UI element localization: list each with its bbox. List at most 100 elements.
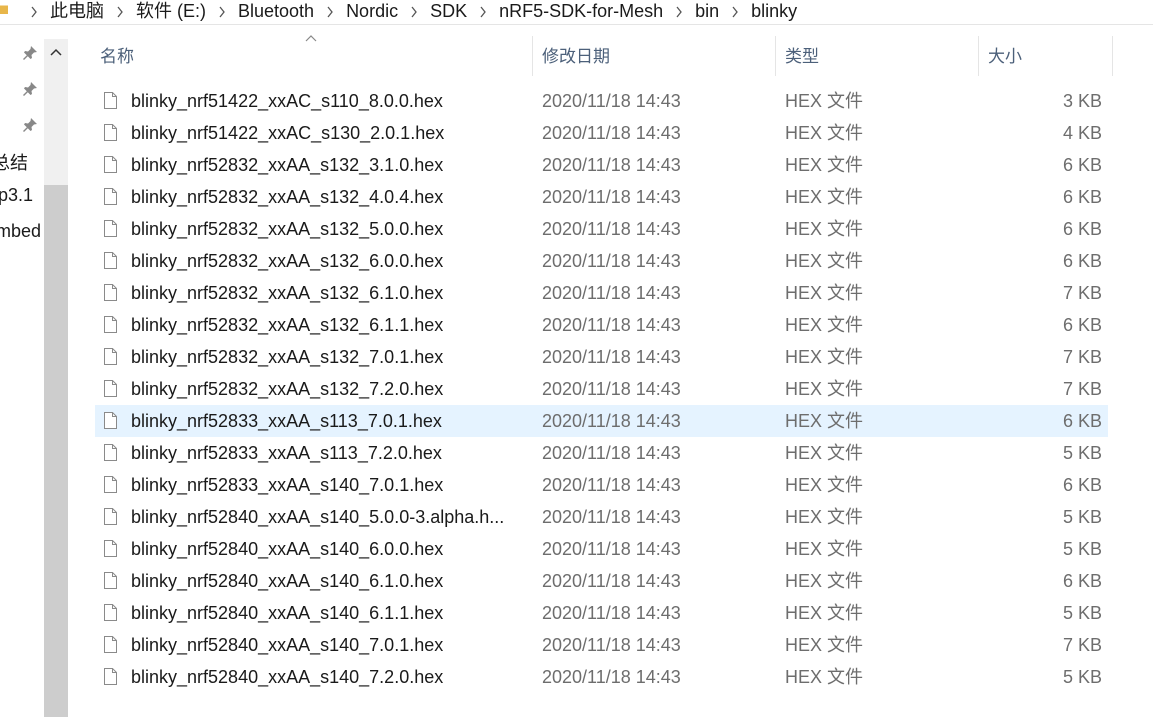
file-date: 2020/11/18 14:43 [542,155,681,175]
file-date: 2020/11/18 14:43 [542,251,681,271]
file-row[interactable]: blinky_nrf52833_xxAA_s113_7.2.0.hex 2020/… [95,437,1108,469]
chevron-right-icon[interactable] [20,3,48,19]
address-bar[interactable]: 此电脑 软件 (E:) Bluetooth Nordic SDK nRF5-SD… [0,0,1153,25]
file-row[interactable]: blinky_nrf52832_xxAA_s132_6.0.0.hex 2020/… [95,245,1108,277]
file-icon [104,92,117,109]
file-icon [104,124,117,141]
file-type: HEX 文件 [785,635,864,655]
file-name: blinky_nrf51422_xxAC_s110_8.0.0.hex [131,91,443,111]
file-name: blinky_nrf52833_xxAA_s113_7.2.0.hex [131,443,442,463]
file-name: blinky_nrf52840_xxAA_s140_7.0.1.hex [131,635,444,655]
file-name: blinky_nrf52833_xxAA_s113_7.0.1.hex [131,411,442,431]
file-name: blinky_nrf52832_xxAA_s132_7.0.1.hex [131,347,444,367]
column-divider[interactable] [978,36,979,76]
breadcrumb-item[interactable]: blinky [749,0,799,22]
chevron-right-icon[interactable] [106,3,134,19]
breadcrumb-item[interactable]: nRF5-SDK-for-Mesh [497,0,665,22]
nav-scrollbar-thumb[interactable] [44,185,68,717]
column-header-size[interactable]: 大小 [988,44,1108,70]
file-name: blinky_nrf52832_xxAA_s132_3.1.0.hex [131,155,444,175]
file-icon [104,316,117,333]
file-row[interactable]: blinky_nrf52832_xxAA_s132_3.1.0.hex 2020/… [95,149,1108,181]
file-row[interactable]: blinky_nrf51422_xxAC_s130_2.0.1.hex 2020/… [95,117,1108,149]
file-row[interactable]: blinky_nrf52840_xxAA_s140_6.1.1.hex 2020/… [95,597,1108,629]
file-icon [104,604,117,621]
file-icon [104,188,117,205]
file-name: blinky_nrf52840_xxAA_s140_6.1.1.hex [131,603,444,623]
file-row[interactable]: blinky_nrf52832_xxAA_s132_5.0.0.hex 2020/… [95,213,1108,245]
file-date: 2020/11/18 14:43 [542,475,681,495]
chevron-right-icon[interactable] [400,3,428,19]
file-row[interactable]: blinky_nrf52840_xxAA_s140_5.0.0-3.alpha.… [95,501,1108,533]
file-name: blinky_nrf52840_xxAA_s140_5.0.0-3.alpha.… [131,507,505,527]
file-row[interactable]: blinky_nrf52832_xxAA_s132_6.1.1.hex 2020/… [95,309,1108,341]
file-date: 2020/11/18 14:43 [542,315,681,335]
column-header-type[interactable]: 类型 [785,44,975,70]
breadcrumb-item[interactable]: bin [693,0,721,22]
chevron-right-icon[interactable] [208,3,236,19]
chevron-right-icon[interactable] [469,3,497,19]
file-date: 2020/11/18 14:43 [542,91,681,111]
column-header-name[interactable]: 名称 [100,44,530,70]
file-row[interactable]: blinky_nrf52832_xxAA_s132_6.1.0.hex 2020/… [95,277,1108,309]
file-row[interactable]: blinky_nrf52832_xxAA_s132_7.2.0.hex 2020/… [95,373,1108,405]
column-divider[interactable] [1112,36,1113,76]
scroll-up-button[interactable] [44,39,68,65]
file-type: HEX 文件 [785,411,864,431]
file-size: 5 KB [1062,667,1102,687]
file-row[interactable]: blinky_nrf51422_xxAC_s110_8.0.0.hex 2020/… [95,85,1108,117]
file-row[interactable]: blinky_nrf52832_xxAA_s132_7.0.1.hex 2020/… [95,341,1108,373]
breadcrumb-item[interactable]: Bluetooth [236,0,316,22]
breadcrumb-item[interactable]: 此电脑 [48,0,106,22]
file-date: 2020/11/18 14:43 [542,539,681,559]
file-size: 6 KB [1062,315,1102,335]
file-size: 4 KB [1062,123,1102,143]
pin-icon[interactable] [22,45,38,61]
breadcrumb-item[interactable]: 软件 (E:) [134,0,208,22]
file-size: 6 KB [1062,411,1102,431]
file-type: HEX 文件 [785,91,864,111]
file-row[interactable]: blinky_nrf52833_xxAA_s140_7.0.1.hex 2020/… [95,469,1108,501]
file-name: blinky_nrf52840_xxAA_s140_6.1.0.hex [131,571,444,591]
file-type: HEX 文件 [785,251,864,271]
file-size: 6 KB [1062,187,1102,207]
column-header-date[interactable]: 修改日期 [542,44,772,70]
sort-ascending-icon [305,35,317,42]
file-row[interactable]: blinky_nrf52840_xxAA_s140_7.0.1.hex 2020/… [95,629,1108,661]
file-icon [104,572,117,589]
file-row[interactable]: blinky_nrf52840_xxAA_s140_6.1.0.hex 2020/… [95,565,1108,597]
file-type: HEX 文件 [785,603,864,623]
file-type: HEX 文件 [785,187,864,207]
breadcrumb-item[interactable]: Nordic [344,0,400,22]
file-icon [104,636,117,653]
file-row[interactable]: blinky_nrf52833_xxAA_s113_7.0.1.hex 2020/… [95,405,1108,437]
nav-item[interactable]: mbed [0,221,41,242]
file-row[interactable]: blinky_nrf52832_xxAA_s132_4.0.4.hex 2020/… [95,181,1108,213]
nav-item[interactable]: 总结 [0,149,28,175]
file-size: 3 KB [1062,91,1102,111]
chevron-right-icon[interactable] [665,3,693,19]
nav-item[interactable]: p3.1 [0,185,33,206]
chevron-right-icon[interactable] [721,3,749,19]
file-type: HEX 文件 [785,219,864,239]
file-icon [104,444,117,461]
chevron-right-icon[interactable] [316,3,344,19]
file-size: 7 KB [1062,379,1102,399]
file-size: 5 KB [1062,539,1102,559]
file-type: HEX 文件 [785,443,864,463]
file-icon [104,476,117,493]
file-type: HEX 文件 [785,507,864,527]
breadcrumb: 此电脑 软件 (E:) Bluetooth Nordic SDK nRF5-SD… [20,0,799,22]
pin-icon[interactable] [22,81,38,97]
file-icon [104,412,117,429]
column-divider[interactable] [775,36,776,76]
file-size: 5 KB [1062,443,1102,463]
pin-icon[interactable] [22,117,38,133]
file-date: 2020/11/18 14:43 [542,379,681,399]
file-name: blinky_nrf52840_xxAA_s140_6.0.0.hex [131,539,444,559]
file-row[interactable]: blinky_nrf52840_xxAA_s140_6.0.0.hex 2020/… [95,533,1108,565]
column-divider[interactable] [532,36,533,76]
file-row[interactable]: blinky_nrf52840_xxAA_s140_7.2.0.hex 2020/… [95,661,1108,693]
file-date: 2020/11/18 14:43 [542,123,681,143]
breadcrumb-item[interactable]: SDK [428,0,469,22]
